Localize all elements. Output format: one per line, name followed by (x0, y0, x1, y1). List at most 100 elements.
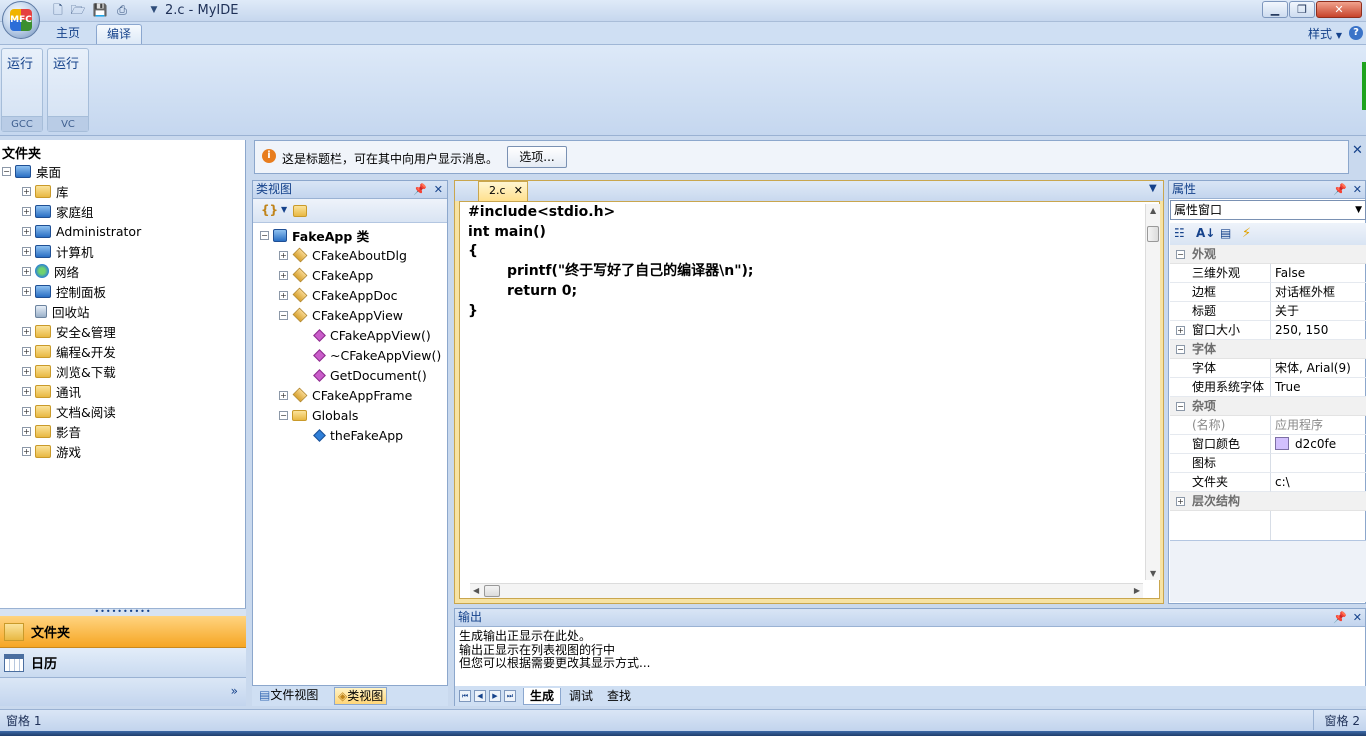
property-value[interactable]: c:\ (1271, 473, 1366, 492)
tab-class-view[interactable]: ◈类视图 (334, 687, 388, 705)
tree-item-class[interactable]: + CFakeApp (260, 265, 446, 285)
tree-item[interactable]: 回收站 (2, 301, 242, 321)
tree-item[interactable]: + 库 (2, 181, 242, 201)
property-row[interactable]: (名称) 应用程序 (1170, 416, 1366, 435)
property-row[interactable]: 图标 (1170, 454, 1366, 473)
pin-icon[interactable]: 📌 (1333, 181, 1347, 198)
chevron-down-icon[interactable]: ▼ (281, 205, 287, 214)
collapse-icon[interactable]: − (260, 230, 269, 240)
scroll-down-icon[interactable]: ▼ (1150, 569, 1156, 578)
minimize-button[interactable]: ▁ (1262, 1, 1288, 18)
property-row[interactable]: 标题 关于 (1170, 302, 1366, 321)
close-icon[interactable]: ✕ (514, 182, 523, 200)
tree-item-method[interactable]: CFakeAppView() (260, 325, 446, 345)
editor-tab-2c[interactable]: 2.c ✕ (478, 181, 528, 201)
property-row[interactable]: 使用系统字体 True (1170, 378, 1366, 397)
expand-icon[interactable]: + (22, 286, 31, 296)
property-value[interactable]: False (1271, 264, 1366, 283)
quick-access-dropdown-icon[interactable]: ▼ (146, 3, 162, 18)
save-icon[interactable]: 💾 (92, 3, 108, 18)
tree-item[interactable]: + 游戏 (2, 441, 242, 461)
expand-icon[interactable]: + (22, 226, 31, 236)
property-value[interactable]: 关于 (1271, 302, 1366, 321)
tree-item-class[interactable]: + CFakeAppDoc (260, 285, 446, 305)
horizontal-scrollbar[interactable]: ◀ ▶ (470, 583, 1143, 598)
property-value[interactable]: 250, 150 (1271, 321, 1366, 340)
tree-item-desktop[interactable]: − 桌面 (2, 161, 242, 181)
tree-item[interactable]: + 控制面板 (2, 281, 242, 301)
tree-item-class[interactable]: + CFakeAboutDlg (260, 245, 446, 265)
tab-home[interactable]: 主页 (46, 24, 90, 44)
expand-icon[interactable]: + (279, 250, 288, 260)
tree-item[interactable]: + 家庭组 (2, 201, 242, 221)
close-button[interactable]: ✕ (1316, 1, 1362, 18)
property-value[interactable] (1271, 454, 1366, 473)
expand-icon[interactable]: + (22, 206, 31, 216)
events-icon[interactable]: ⚡ (1242, 226, 1257, 241)
expand-icon[interactable]: + (22, 366, 31, 376)
close-icon[interactable]: ✕ (1352, 143, 1363, 158)
tree-item[interactable]: + 计算机 (2, 241, 242, 261)
tab-debug[interactable]: 调试 (563, 688, 599, 705)
close-icon[interactable]: ✕ (434, 181, 443, 198)
expand-icon[interactable]: + (279, 270, 288, 280)
property-value[interactable]: d2c0fe (1271, 435, 1366, 454)
collapse-icon[interactable]: − (1176, 402, 1185, 411)
pin-icon[interactable]: 📌 (413, 181, 427, 198)
help-icon[interactable]: ? (1349, 26, 1363, 40)
expand-icon[interactable]: + (279, 290, 288, 300)
tree-item[interactable]: + 网络 (2, 261, 242, 281)
run-gcc-button[interactable]: 运行 (7, 53, 33, 72)
expand-icon[interactable]: + (22, 446, 31, 456)
code-text[interactable]: #include<stdio.h> int main() { printf("终… (468, 203, 754, 321)
expand-icon[interactable]: + (22, 386, 31, 396)
application-menu-button[interactable]: MFC (2, 1, 40, 39)
category-font[interactable]: − 字体 (1170, 340, 1366, 359)
tree-item[interactable]: + 编程&开发 (2, 341, 242, 361)
tree-item[interactable]: + 安全&管理 (2, 321, 242, 341)
next-tab-icon[interactable]: ▶ (489, 690, 501, 702)
tab-build[interactable]: 生成 (523, 688, 562, 705)
new-folder-icon[interactable] (293, 205, 307, 217)
collapse-icon[interactable]: − (279, 310, 288, 320)
chevron-down-icon[interactable]: ▼ (1149, 183, 1157, 194)
scroll-thumb[interactable] (1147, 226, 1159, 242)
expand-icon[interactable]: + (22, 406, 31, 416)
scroll-left-icon[interactable]: ◀ (473, 586, 479, 595)
last-tab-icon[interactable]: ⏭ (504, 690, 516, 702)
sort-icon[interactable]: {} (261, 203, 278, 217)
print-icon[interactable]: ⎙ (114, 3, 130, 18)
tree-item[interactable]: + 影音 (2, 421, 242, 441)
run-vc-button[interactable]: 运行 (53, 53, 79, 72)
expand-icon[interactable]: + (22, 426, 31, 436)
tree-item-global[interactable]: theFakeApp (260, 425, 446, 445)
expand-icon[interactable]: + (279, 390, 288, 400)
close-icon[interactable]: ✕ (1353, 609, 1362, 626)
tab-compile[interactable]: 编译 (96, 24, 143, 44)
scroll-up-icon[interactable]: ▲ (1150, 206, 1156, 215)
categorized-icon[interactable]: ☷ (1174, 226, 1189, 241)
property-value[interactable]: 宋体, Arial(9) (1271, 359, 1366, 378)
tree-item[interactable]: + Administrator (2, 221, 242, 241)
property-value[interactable]: 对话框外框 (1271, 283, 1366, 302)
tree-item-method[interactable]: GetDocument() (260, 365, 446, 385)
options-button[interactable]: 选项... (507, 146, 567, 168)
property-row[interactable]: 边框 对话框外框 (1170, 283, 1366, 302)
expand-icon[interactable]: + (22, 266, 31, 276)
style-menu[interactable]: 样式 ▼ (1308, 25, 1342, 42)
property-row[interactable]: 窗口颜色 d2c0fe (1170, 435, 1366, 454)
collapse-icon[interactable]: − (279, 410, 288, 420)
property-row[interactable]: 三维外观 False (1170, 264, 1366, 283)
collapse-icon[interactable]: − (2, 166, 11, 176)
expand-icon[interactable]: + (22, 326, 31, 336)
scroll-thumb[interactable] (484, 585, 500, 597)
tree-item-globals[interactable]: − Globals (260, 405, 446, 425)
tree-item[interactable]: + 浏览&下载 (2, 361, 242, 381)
category-appearance[interactable]: − 外观 (1170, 245, 1366, 264)
tree-item-class[interactable]: + CFakeAppFrame (260, 385, 446, 405)
tree-item-method[interactable]: ~CFakeAppView() (260, 345, 446, 365)
pin-icon[interactable]: 📌 (1333, 609, 1347, 626)
tab-file-view[interactable]: ▤文件视图 (256, 687, 321, 705)
tree-item[interactable]: + 文档&阅读 (2, 401, 242, 421)
chevron-double-down-icon[interactable]: » (231, 684, 238, 698)
